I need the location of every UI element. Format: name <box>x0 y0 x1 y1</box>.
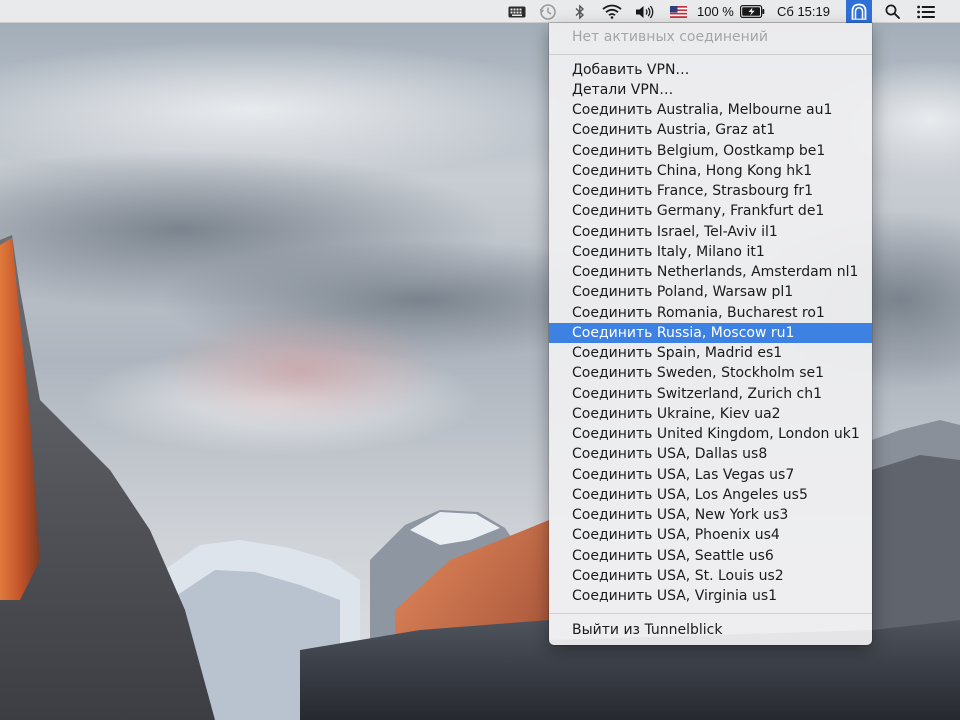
connect-server-item[interactable]: Соединить Netherlands, Amsterdam nl1 <box>549 262 872 282</box>
notification-center-icon[interactable] <box>912 0 940 23</box>
bluetooth-icon[interactable] <box>569 0 591 23</box>
connect-server-item[interactable]: Соединить China, Hong Kong hk1 <box>549 161 872 181</box>
connect-server-item[interactable]: Соединить Romania, Bucharest ro1 <box>549 303 872 323</box>
connect-server-item[interactable]: Соединить Russia, Moscow ru1 <box>549 323 872 343</box>
connect-server-item[interactable]: Соединить USA, Las Vegas us7 <box>549 465 872 485</box>
quit-tunnelblick-item[interactable]: Выйти из Tunnelblick <box>549 620 872 640</box>
connect-server-item[interactable]: Соединить United Kingdom, London uk1 <box>549 424 872 444</box>
volume-icon[interactable] <box>632 0 658 23</box>
connect-server-item[interactable]: Соединить Spain, Madrid es1 <box>549 343 872 363</box>
connect-server-item[interactable]: Соединить Italy, Milano it1 <box>549 242 872 262</box>
connect-server-item[interactable]: Соединить Belgium, Oostkamp be1 <box>549 141 872 161</box>
battery-percent-label: 100 % <box>697 4 734 19</box>
connect-server-item[interactable]: Соединить USA, Los Angeles us5 <box>549 485 872 505</box>
menu-separator <box>549 54 872 55</box>
connect-server-item[interactable]: Соединить Germany, Frankfurt de1 <box>549 201 872 221</box>
connect-server-item[interactable]: Соединить Switzerland, Zurich ch1 <box>549 384 872 404</box>
menu-separator <box>549 613 872 614</box>
add-vpn-item[interactable]: Добавить VPN… <box>549 60 872 80</box>
spotlight-icon[interactable] <box>880 0 904 23</box>
battery-percent: 100 % <box>697 0 737 23</box>
connect-server-item[interactable]: Соединить USA, Dallas us8 <box>549 444 872 464</box>
battery-icon[interactable] <box>738 0 766 23</box>
tunnelblick-icon[interactable] <box>846 0 872 23</box>
vpn-details-item[interactable]: Детали VPN… <box>549 80 872 100</box>
connect-server-item[interactable]: Соединить USA, New York us3 <box>549 505 872 525</box>
connect-server-item[interactable]: Соединить Israel, Tel-Aviv il1 <box>549 222 872 242</box>
connect-server-item[interactable]: Соединить USA, Phoenix us4 <box>549 525 872 545</box>
connection-status: Нет активных соединений <box>572 29 768 45</box>
connect-server-item[interactable]: Соединить Sweden, Stockholm se1 <box>549 363 872 383</box>
connect-server-item[interactable]: Соединить Poland, Warsaw pl1 <box>549 282 872 302</box>
time-machine-icon[interactable] <box>536 0 560 23</box>
connect-server-item[interactable]: Соединить France, Strasbourg fr1 <box>549 181 872 201</box>
clock[interactable]: Сб 15:19 <box>777 0 843 23</box>
connect-server-item[interactable]: Соединить USA, Seattle us6 <box>549 546 872 566</box>
connect-server-item[interactable]: Соединить USA, St. Louis us2 <box>549 566 872 586</box>
connect-server-item[interactable]: Соединить Austria, Graz at1 <box>549 120 872 140</box>
clock-label: Сб 15:19 <box>777 4 830 19</box>
connect-server-item[interactable]: Соединить USA, Virginia us1 <box>549 586 872 606</box>
us-flag-icon[interactable] <box>667 0 689 23</box>
wifi-icon[interactable] <box>598 0 626 23</box>
connect-server-item[interactable]: Соединить Ukraine, Kiev ua2 <box>549 404 872 424</box>
connect-server-item[interactable]: Соединить Australia, Melbourne au1 <box>549 100 872 120</box>
menu-bar: 100 % Сб 15:19 <box>0 0 960 23</box>
keyboard-icon[interactable] <box>505 0 529 23</box>
tunnelblick-menu: Нет активных соединений Добавить VPN… Де… <box>549 23 872 645</box>
